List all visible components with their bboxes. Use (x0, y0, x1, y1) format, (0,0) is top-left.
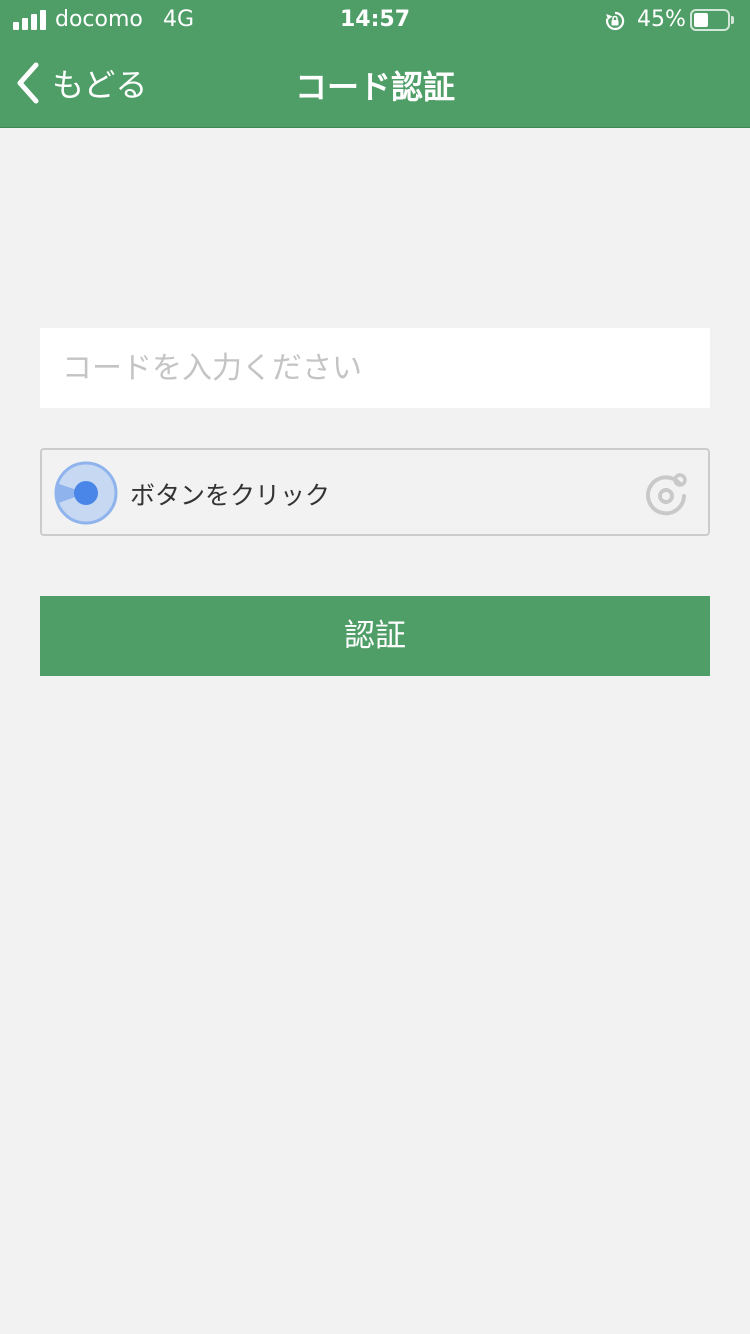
battery-level-fill (694, 13, 708, 27)
navigation-bar: もどる コード認証 (0, 40, 750, 128)
captcha-knob-icon (54, 461, 118, 525)
battery-icon (690, 9, 734, 31)
app-header: docomo 4G 14:57 45% もどる コード認証 (0, 0, 750, 128)
captcha-label: ボタンをクリック (130, 481, 331, 510)
page-title: コード認証 (294, 68, 455, 106)
rotation-lock-icon (606, 11, 625, 31)
battery-percentage: 45% (637, 7, 686, 32)
code-input[interactable] (40, 328, 710, 408)
captcha-logo-icon (646, 473, 687, 516)
captcha-widget[interactable]: ボタンをクリック (40, 448, 710, 536)
code-verification-screen: docomo 4G 14:57 45% もどる コード認証 コードを入力ください… (0, 0, 750, 1334)
status-bar: docomo 4G 14:57 45% (0, 0, 750, 40)
verify-button[interactable]: 認証 (40, 596, 710, 676)
